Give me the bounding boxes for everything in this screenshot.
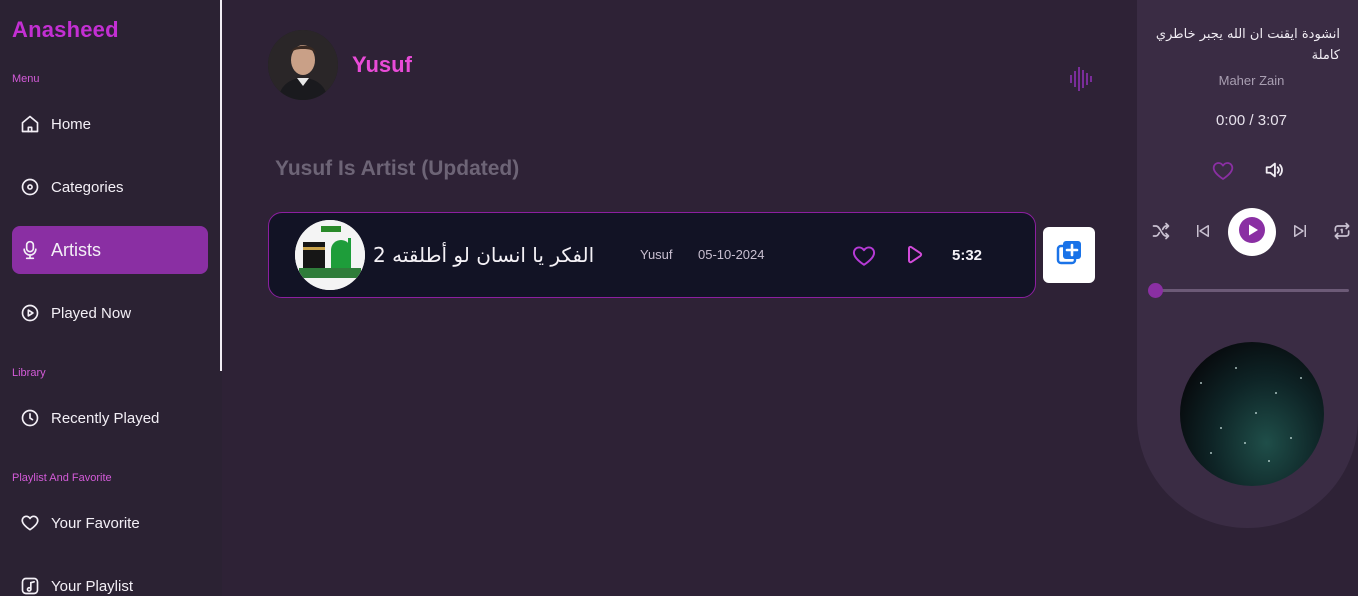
play-circle-icon bbox=[20, 303, 40, 323]
previous-icon[interactable] bbox=[1192, 220, 1214, 242]
sidebar-item-label: Artists bbox=[51, 239, 102, 260]
favorite-heart-icon[interactable] bbox=[851, 243, 877, 267]
sidebar-item-label: Played Now bbox=[51, 304, 132, 322]
shuffle-icon[interactable] bbox=[1150, 220, 1172, 242]
now-playing-panel: انشودة ايقنت ان الله يجبر خاطري كاملة Ma… bbox=[1137, 0, 1358, 596]
volume-icon[interactable] bbox=[1262, 158, 1286, 182]
sidebar-item-recently-played[interactable]: Recently Played bbox=[12, 394, 208, 442]
playlist-section-label: Playlist And Favorite bbox=[12, 472, 112, 484]
track-date: 05-10-2024 bbox=[698, 247, 765, 262]
sidebar-item-label: Home bbox=[51, 115, 92, 133]
track-cover bbox=[295, 220, 365, 290]
repeat-icon[interactable] bbox=[1331, 220, 1353, 242]
now-playing-artist: Maher Zain bbox=[1218, 73, 1285, 88]
microphone-icon bbox=[20, 240, 40, 260]
app-logo[interactable]: Anasheed bbox=[12, 17, 119, 43]
artist-name: Yusuf bbox=[352, 52, 412, 77]
seek-bar[interactable] bbox=[1155, 289, 1349, 292]
disc-icon bbox=[20, 177, 40, 197]
next-icon[interactable] bbox=[1289, 220, 1311, 242]
track-row[interactable]: الفكر يا انسان لو أطلقته 2 Yusuf 05-10-2… bbox=[268, 212, 1036, 298]
sidebar-item-your-favorite[interactable]: Your Favorite bbox=[12, 499, 208, 547]
sidebar-item-artists[interactable]: Artists bbox=[12, 226, 208, 274]
menu-section-label: Menu bbox=[12, 73, 40, 85]
sidebar-item-label: Recently Played bbox=[51, 409, 160, 427]
add-to-playlist-icon bbox=[1055, 239, 1083, 272]
sidebar-item-label: Your Playlist bbox=[51, 577, 133, 595]
page-title: Yusuf Is Artist (Updated) bbox=[275, 157, 520, 180]
sidebar-item-label: Categories bbox=[51, 178, 124, 196]
album-art bbox=[1180, 342, 1324, 486]
track-play-icon[interactable] bbox=[903, 244, 925, 266]
track-artist: Yusuf bbox=[640, 247, 673, 262]
play-button[interactable] bbox=[1228, 208, 1276, 256]
player-heart-icon[interactable] bbox=[1211, 158, 1235, 182]
sidebar-item-played-now[interactable]: Played Now bbox=[12, 289, 208, 337]
sound-wave-icon bbox=[1068, 65, 1096, 93]
library-section-label: Library bbox=[12, 367, 46, 379]
seek-handle[interactable] bbox=[1148, 283, 1163, 298]
track-duration: 5:32 bbox=[952, 247, 983, 264]
home-icon bbox=[20, 114, 40, 134]
now-playing-time: 0:00 / 3:07 bbox=[1216, 112, 1287, 129]
heart-icon bbox=[20, 513, 40, 533]
sidebar-divider bbox=[220, 0, 222, 371]
now-playing-title: انشودة ايقنت ان الله يجبر خاطري كاملة bbox=[1155, 27, 1340, 63]
sidebar-item-categories[interactable]: Categories bbox=[12, 163, 208, 211]
play-icon bbox=[1237, 215, 1267, 250]
sidebar-item-label: Your Favorite bbox=[51, 514, 140, 532]
artist-avatar bbox=[268, 30, 338, 100]
sidebar-item-your-playlist[interactable]: Your Playlist bbox=[12, 562, 208, 596]
add-to-playlist-button[interactable] bbox=[1043, 227, 1095, 283]
track-title[interactable]: الفكر يا انسان لو أطلقته 2 bbox=[373, 243, 594, 267]
sidebar-item-home[interactable]: Home bbox=[12, 100, 208, 148]
music-list-icon bbox=[20, 576, 40, 596]
sidebar: Anasheed Menu Home Categories Artists Pl… bbox=[0, 0, 222, 596]
clock-icon bbox=[20, 408, 40, 428]
